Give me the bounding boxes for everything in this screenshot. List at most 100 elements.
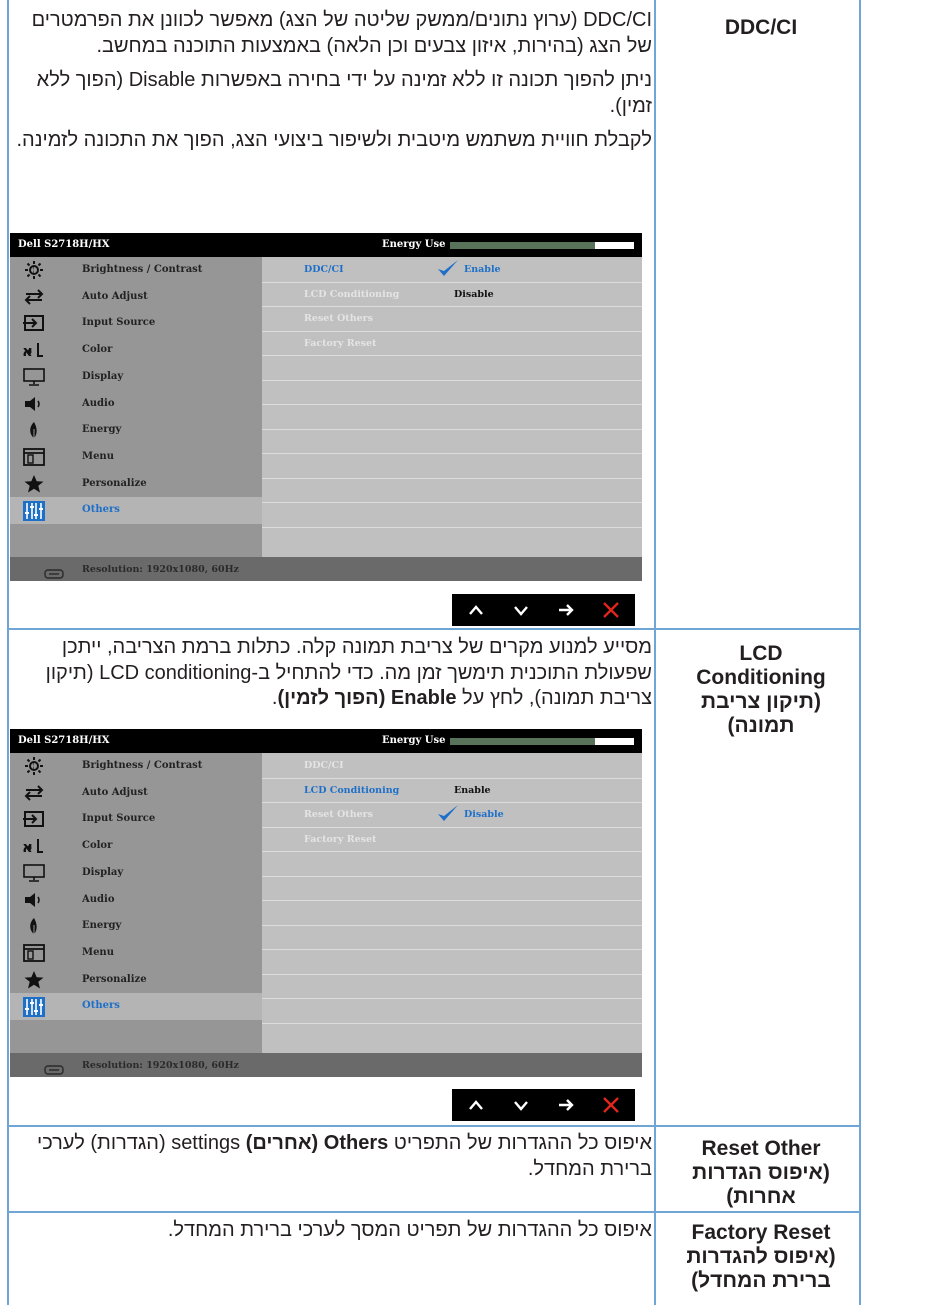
osd-submenu-row[interactable]: Factory Reset (262, 827, 642, 852)
up-arrow-icon[interactable] (458, 1089, 494, 1121)
close-icon[interactable] (593, 1089, 629, 1121)
osd-menu-item[interactable]: Brightness / Contrast (10, 753, 262, 780)
resolution-text: Resolution: 1920x1080, 60Hz (82, 1060, 239, 1071)
resolution-text: Resolution: 1920x1080, 60Hz (82, 564, 239, 575)
osd-menu-item-label: Display (82, 866, 124, 878)
option-disable[interactable]: Disable (454, 289, 494, 300)
osd-menu-item[interactable]: Brightness / Contrast (10, 257, 262, 284)
leaf-icon (22, 421, 46, 439)
osd-menu-item-label: Display (82, 370, 124, 382)
paragraph: מסייע למנוע מקרים של צריבת תמונה קלה. כת… (10, 635, 652, 712)
osd-nav-buttons (452, 594, 635, 626)
osd-model-name: Dell S2718H/HX (18, 735, 110, 746)
osd-menu-item[interactable]: Energy (10, 913, 262, 940)
osd-submenu-row[interactable]: DDC/CI (262, 753, 642, 779)
osd-menu-item[interactable]: Display (10, 860, 262, 887)
row-separator (7, 1125, 861, 1127)
osd-menu-item[interactable]: Others (10, 497, 262, 524)
bold-text: Enable (הפוך לזמין) (277, 687, 457, 709)
osd-submenu-row[interactable]: LCD Conditioning Enable (262, 778, 642, 803)
osd-title-bar: Dell S2718H/HX Energy Use (10, 233, 642, 257)
osd-menu-item-label: Input Source (82, 317, 156, 329)
speaker-icon (22, 395, 46, 413)
osd-submenu-row[interactable]: Factory Reset (262, 331, 642, 356)
osd-menu-item[interactable]: Personalize (10, 967, 262, 994)
label-line: אחרות) (726, 1185, 796, 1208)
table-left-border (7, 0, 9, 1305)
energy-meter (450, 738, 634, 745)
checkmark-icon (436, 803, 460, 823)
osd-menu-item[interactable]: א Color (10, 833, 262, 860)
paragraph: ניתן להפוך תכונה זו ללא זמינה על ידי בחי… (10, 68, 652, 119)
osd-menu-item[interactable]: Display (10, 364, 262, 391)
description-lcd-conditioning: מסייע למנוע מקרים של צריבת תמונה קלה. כת… (10, 635, 652, 721)
osd-energy-label: Energy Use (382, 239, 446, 250)
label-line: DDC/CI (724, 16, 798, 39)
osd-menu-item-label: Audio (82, 397, 115, 409)
osd-menu-item-label: Color (82, 840, 113, 852)
osd-menu-item[interactable]: Menu (10, 444, 262, 471)
row-separator (7, 628, 861, 630)
bold-text: Others (אחרים) (245, 1132, 389, 1154)
up-arrow-icon[interactable] (458, 594, 494, 626)
osd-menu-item[interactable]: Audio (10, 391, 262, 418)
right-arrow-icon[interactable] (548, 594, 584, 626)
osd-submenu-row (262, 974, 642, 999)
osd-menu-item-label: Others (82, 504, 120, 516)
connector-icon (44, 1060, 64, 1075)
osd-menu-item[interactable]: Auto Adjust (10, 284, 262, 311)
description-ddcci: DDC/CI (ערוץ נתונים/ממשק שליטה של הצג) מ… (10, 8, 652, 163)
paragraph: לקבלת חוויית משתמש מיטבית ולשיפור ביצועי… (10, 128, 652, 154)
label-ddcci: DDC/CI (665, 16, 857, 40)
sliders-icon (22, 501, 46, 522)
osd-submenu-row (262, 404, 642, 430)
osd-main-menu: Brightness / Contrast Auto Adjust Input So… (10, 753, 262, 1053)
osd-submenu-row[interactable]: LCD Conditioning Disable (262, 282, 642, 307)
osd-model-name: Dell S2718H/HX (18, 239, 110, 250)
osd-menu-item[interactable]: Auto Adjust (10, 780, 262, 807)
osd-submenu-row (262, 949, 642, 975)
osd-submenu-row[interactable]: Reset Others Disable (262, 802, 642, 828)
osd-menu-item-label: Input Source (82, 813, 156, 825)
label-line: (איפוס להגדרות (686, 1245, 836, 1268)
text-run: איפוס כל ההגדרות של תפריט המסך לערכי ברי… (167, 1219, 652, 1241)
osd-status-bar: Resolution: 1920x1080, 60Hz (10, 1053, 642, 1077)
option-enable[interactable]: Enable (454, 785, 491, 796)
down-arrow-icon[interactable] (503, 594, 539, 626)
osd-menu-item-label: Personalize (82, 477, 147, 489)
osd-menu-item[interactable]: Audio (10, 887, 262, 914)
osd-menu-item[interactable]: Menu (10, 940, 262, 967)
osd-menu-item-label: Brightness / Contrast (82, 264, 203, 275)
label-factory-reset: Factory Reset (איפוס להגדרות ברירת המחדל) (665, 1221, 857, 1293)
connector-icon (44, 564, 64, 579)
star-icon (22, 970, 46, 989)
down-arrow-icon[interactable] (503, 1089, 539, 1121)
option-enable[interactable]: Enable (464, 264, 501, 275)
osd-menu-item[interactable]: Energy (10, 417, 262, 444)
text-run: ניתן להפוך תכונה זו ללא זמינה על ידי בחי… (36, 69, 652, 117)
osd-submenu-row (262, 429, 642, 454)
osd-menu-item[interactable]: Personalize (10, 471, 262, 498)
energy-meter (450, 242, 634, 249)
description-reset-other: איפוס כל ההגדרות של התפריט Others (אחרים… (10, 1131, 652, 1191)
osd-main-menu: Brightness / Contrast Auto Adjust Input So… (10, 257, 262, 557)
table-divider (654, 0, 656, 1305)
menu-icon (22, 943, 46, 962)
osd-menu-item[interactable]: א Color (10, 337, 262, 364)
monitor-icon (22, 367, 46, 386)
table-right-border (859, 0, 861, 1305)
text-run: DDC/CI (ערוץ נתונים/ממשק שליטה של הצג) מ… (31, 9, 652, 57)
osd-menu-item[interactable]: Others (10, 993, 262, 1020)
osd-menu-item[interactable]: Input Source (10, 806, 262, 833)
close-icon[interactable] (593, 594, 629, 626)
right-arrow-icon[interactable] (548, 1089, 584, 1121)
osd-submenu-row[interactable]: Reset Others (262, 306, 642, 332)
option-disable[interactable]: Disable (464, 809, 504, 820)
label-line: LCD (739, 642, 783, 665)
osd-menu-item[interactable]: Input Source (10, 310, 262, 337)
osd-submenu-label: DDC/CI (304, 264, 344, 275)
osd-energy-label: Energy Use (382, 735, 446, 746)
osd-submenu-row[interactable]: DDC/CI Enable (262, 257, 642, 283)
osd-submenu-row (262, 900, 642, 926)
auto-adjust-icon (22, 288, 46, 306)
